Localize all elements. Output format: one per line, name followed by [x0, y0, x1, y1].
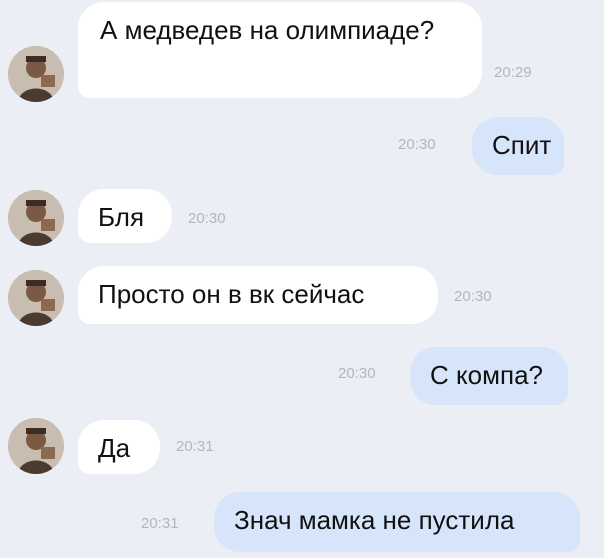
avatar-icon[interactable] [8, 46, 64, 102]
message-bubble-outgoing[interactable]: Знач мамка не пустила [214, 492, 580, 552]
message-timestamp: 20:30 [454, 288, 492, 305]
avatar-icon[interactable] [8, 190, 64, 246]
chat-thread: А медведев на олимпиаде? 20:29 20:30 Спи… [0, 0, 604, 558]
message-bubble-outgoing[interactable]: Спит [472, 117, 564, 175]
message-bubble-incoming[interactable]: Бля [78, 189, 172, 243]
avatar-icon[interactable] [8, 270, 64, 326]
message-bubble-incoming[interactable]: А медведев на олимпиаде? [78, 2, 482, 98]
message-timestamp: 20:29 [494, 64, 532, 81]
avatar-icon[interactable] [8, 418, 64, 474]
message-bubble-incoming[interactable]: Просто он в вк сейчас [78, 266, 438, 324]
message-timestamp: 20:30 [398, 136, 436, 153]
message-bubble-incoming[interactable]: Да [78, 420, 160, 474]
message-timestamp: 20:30 [338, 365, 376, 382]
message-timestamp: 20:30 [188, 210, 226, 227]
message-timestamp: 20:31 [141, 515, 179, 532]
message-bubble-outgoing[interactable]: С компа? [410, 347, 568, 405]
message-timestamp: 20:31 [176, 438, 214, 455]
